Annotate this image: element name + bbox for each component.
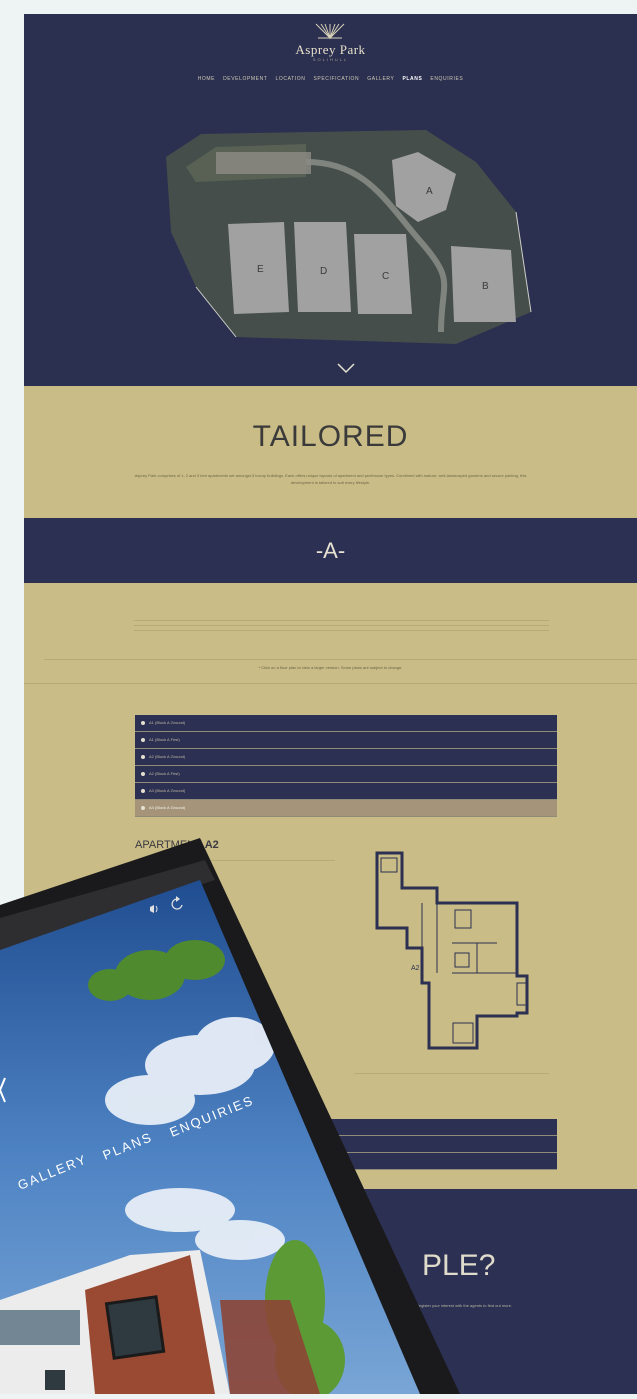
divider: [44, 659, 637, 660]
bullet-icon: [141, 788, 145, 793]
collapsed-tab[interactable]: [135, 1119, 557, 1136]
block-label-a: A: [426, 186, 433, 197]
logo-icon: [315, 23, 345, 40]
collapsed-tab[interactable]: [135, 1136, 557, 1153]
divider: [24, 683, 637, 684]
apartment-tab[interactable]: A2 (Block A Ground): [135, 749, 557, 766]
apartment-tab-label: A1 (Block A Ground): [149, 720, 186, 725]
closing-section: PLE? Register your interest with the age…: [24, 1189, 637, 1394]
bullet-icon: [141, 754, 145, 759]
divider: [134, 625, 549, 626]
apartment-tabs: A1 (Block A Ground) A1 (Block A First) A…: [135, 715, 557, 817]
block-label-d: D: [320, 266, 327, 277]
bullet-icon: [141, 805, 145, 810]
floorplan-label: A2: [411, 965, 420, 972]
closing-heading: PLE?: [422, 1249, 496, 1282]
apartment-tab[interactable]: A1 (Block A Ground): [135, 715, 557, 732]
block-label-c: C: [382, 271, 389, 282]
plans-section: * Click on a floor plan to view a larger…: [24, 583, 637, 1189]
intro-section: TAILORED Asprey Park comprises of 1, 2 a…: [24, 386, 637, 518]
apartment-tab-label: A1 (Block A First): [149, 737, 180, 742]
hero-section: Asprey Park SOLIHULL HOME DEVELOPMENT LO…: [24, 14, 637, 386]
nav-item-gallery[interactable]: GALLERY: [367, 76, 394, 82]
website-page: Asprey Park SOLIHULL HOME DEVELOPMENT LO…: [24, 14, 637, 1394]
closing-subtext: Register your interest with the agents t…: [416, 1303, 513, 1308]
nav-item-location[interactable]: LOCATION: [275, 76, 305, 82]
apartment-tab[interactable]: A3 (Block A Ground): [135, 783, 557, 800]
site-plan-map[interactable]: A B C D E: [156, 122, 536, 347]
collapsed-tab[interactable]: [135, 1153, 557, 1170]
block-title: -A-: [315, 538, 346, 563]
lower-tabs: [135, 1119, 557, 1170]
apartment-tab-label: A2 (Block A First): [149, 771, 180, 776]
block-label-e: E: [257, 264, 264, 275]
nav-item-development[interactable]: DEVELOPMENT: [223, 76, 267, 82]
floor-plan-image[interactable]: A2: [367, 848, 552, 1053]
nav-item-enquiries[interactable]: ENQUIRIES: [430, 76, 463, 82]
bullet-icon: [141, 737, 145, 742]
apartment-tab-selected[interactable]: A4 (Block A Ground): [135, 800, 557, 817]
nav-item-specification[interactable]: SPECIFICATION: [313, 76, 359, 82]
intro-heading: TAILORED: [252, 420, 409, 453]
carousel-prev-icon[interactable]: [0, 1077, 6, 1103]
bullet-icon: [141, 720, 145, 725]
divider: [354, 1073, 549, 1074]
apartment-tab[interactable]: A1 (Block A First): [135, 732, 557, 749]
divider: [134, 620, 549, 621]
intro-text: Asprey Park comprises of 1, 2 and 3 bed …: [134, 473, 527, 485]
main-nav: HOME DEVELOPMENT LOCATION SPECIFICATION …: [24, 76, 637, 82]
divider: [135, 860, 335, 861]
apartment-tab-label: A2 (Block A Ground): [149, 754, 186, 759]
bullet-icon: [141, 771, 145, 776]
apartment-tab-label: A4 (Block A Ground): [149, 805, 186, 810]
block-label-b: B: [482, 281, 489, 292]
nav-item-home[interactable]: HOME: [198, 76, 215, 82]
plans-note: * Click on a floor plan to view a larger…: [258, 665, 403, 670]
apartment-title: APARTMENT A2: [135, 839, 219, 851]
logo-tagline: SOLIHULL: [312, 57, 349, 62]
divider: [134, 630, 549, 631]
apartment-title-label: APARTMENT: [135, 839, 205, 851]
apartment-tab[interactable]: A2 (Block A First): [135, 766, 557, 783]
block-header: -A-: [24, 518, 637, 583]
nav-item-plans[interactable]: PLANS: [402, 76, 422, 82]
chevron-down-icon[interactable]: [336, 362, 356, 374]
apartment-tab-label: A3 (Block A Ground): [149, 788, 186, 793]
apartment-code: A2: [204, 839, 219, 851]
logo-name[interactable]: Asprey Park: [24, 42, 637, 58]
